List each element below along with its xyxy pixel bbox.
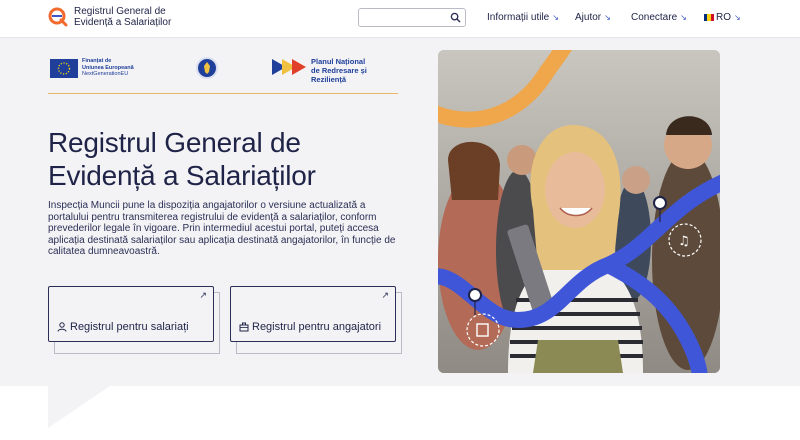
eu-flag-icon (50, 59, 78, 78)
eu-line-3: NextGenerationEU (82, 71, 129, 77)
arrow-up-right-icon: ↗ (199, 290, 207, 300)
search-input[interactable] (358, 8, 466, 27)
svg-text:♫: ♫ (678, 234, 690, 249)
nav-label: Informații utile (487, 12, 550, 23)
card-label-text: Registrul pentru angajatori (252, 321, 382, 333)
hero-photo: ♫ (438, 50, 720, 373)
card-registru-salariati-button[interactable]: ↗ Registrul pentru salariați (48, 286, 214, 342)
funding-logos-bar: Finanțat de Uniunea Europeană NextGenera… (48, 54, 398, 94)
section-notch-decoration (48, 386, 110, 428)
nav-ajutor[interactable]: Ajutor ↘ (575, 12, 611, 23)
pnrr-logo-icon (272, 59, 306, 75)
romania-flag-icon (704, 14, 714, 21)
card-registru-angajatori-button[interactable]: ↗ Registrul pentru angajatori (230, 286, 396, 342)
arrow-up-right-icon: ↗ (381, 290, 389, 300)
nav-label: Conectare (631, 12, 678, 23)
card-registru-salariati[interactable]: ↗ Registrul pentru salariați (48, 286, 220, 354)
language-label: RO (716, 12, 731, 23)
logo-text: Registrul General de Evidență a Salariaț… (74, 6, 171, 28)
logo-mark-icon (48, 7, 68, 27)
search-icon[interactable] (450, 12, 461, 23)
pnrr-line-2: de Redresare și Reziliență (311, 66, 367, 84)
pnrr-text: Planul Național de Redresare și Rezilien… (311, 57, 398, 84)
arrow-down-right-icon: ↘ (734, 13, 741, 22)
logo-line-1: Registrul General de (74, 6, 166, 17)
card-registru-angajatori[interactable]: ↗ Registrul pentru angajatori (230, 286, 402, 354)
hero-description: Inspecția Muncii pune la dispoziția anga… (48, 200, 396, 257)
page-title: Registrul General de Evidență a Salariaț… (48, 127, 316, 191)
nav-informatii-utile[interactable]: Informații utile ↘ (487, 12, 559, 23)
logo-line-2: Evidență a Salariaților (74, 17, 172, 28)
eu-funding-text: Finanțat de Uniunea Europeană NextGenera… (82, 58, 134, 78)
card-label: Registrul pentru angajatori (239, 321, 381, 333)
arrow-down-right-icon: ↘ (604, 13, 611, 22)
government-seal-icon (196, 57, 218, 79)
person-icon (57, 322, 67, 332)
site-header: Registrul General de Evidență a Salariaț… (0, 0, 800, 38)
nav-conectare[interactable]: Conectare ↘ (631, 12, 687, 23)
pnrr-line-1: Planul Național (311, 57, 366, 66)
arrow-down-right-icon: ↘ (552, 13, 559, 22)
site-logo[interactable]: Registrul General de Evidență a Salariaț… (48, 6, 171, 28)
briefcase-icon (239, 322, 249, 332)
hero-photo-illustration: ♫ (438, 50, 720, 373)
card-label: Registrul pentru salariați (57, 321, 189, 333)
arrow-down-right-icon: ↘ (680, 13, 687, 22)
nav-label: Ajutor (575, 12, 602, 23)
card-label-text: Registrul pentru salariați (70, 321, 189, 333)
language-selector[interactable]: RO ↘ (704, 12, 741, 23)
